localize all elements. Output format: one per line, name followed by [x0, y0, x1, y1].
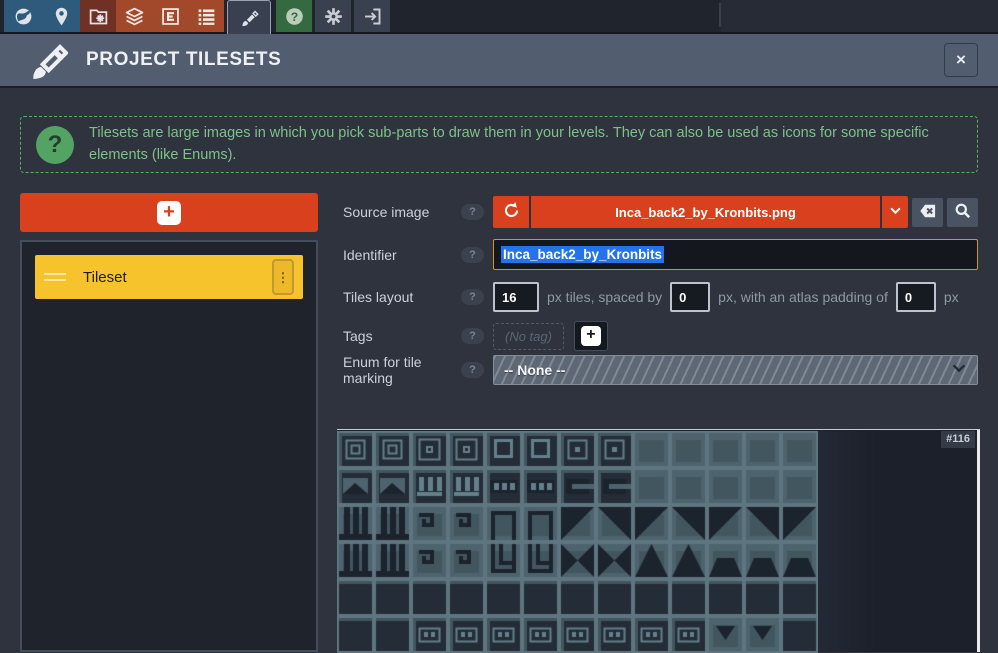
tile-spacing-input[interactable]: [670, 282, 710, 312]
exit-door-icon: [362, 6, 383, 27]
tiles-layout-text-1: px tiles, spaced by: [547, 289, 662, 305]
tileset-item-label: Tileset: [83, 269, 127, 286]
tiles-layout-text-2: px, with an atlas padding of: [718, 289, 888, 305]
reload-image-button[interactable]: [493, 196, 529, 228]
world-icon: [13, 6, 34, 27]
question-circle-icon: ?: [284, 6, 305, 27]
toolbar-separator: [719, 3, 721, 27]
svg-text:?: ?: [290, 9, 297, 23]
tileset-item-menu-button[interactable]: ⋮: [272, 259, 294, 295]
atlas-padding-input[interactable]: [896, 282, 936, 312]
settings-button[interactable]: [315, 0, 351, 32]
enum-marking-row: Enum for tile marking ? -- None --: [343, 355, 978, 385]
clear-image-button[interactable]: [912, 198, 943, 227]
drag-handle-icon[interactable]: [44, 269, 66, 285]
defs-list-button[interactable]: [188, 0, 224, 32]
identifier-selected-text: Inca_back2_by_Kronbits: [501, 246, 664, 263]
tileset-list-item[interactable]: Tileset ⋮: [35, 255, 303, 299]
help-note-text: Tilesets are large images in which you p…: [89, 123, 962, 165]
chevron-down-icon: [888, 203, 903, 221]
levels-button[interactable]: [42, 0, 80, 32]
paintbrush-icon: [239, 7, 260, 28]
help-button[interactable]: ?: [276, 0, 312, 32]
no-tag-placeholder: (No tag): [493, 323, 564, 350]
locate-image-button[interactable]: [947, 198, 978, 227]
help-note: ? Tilesets are large images in which you…: [20, 116, 978, 173]
add-tag-button[interactable]: +: [574, 321, 608, 351]
source-image-row: Source image ? Inca_back2_by_Kronbits.pn…: [343, 196, 978, 228]
tile-size-input[interactable]: [493, 282, 539, 312]
main-toolbar: ?: [0, 0, 998, 34]
add-tileset-button[interactable]: +: [20, 193, 318, 232]
tags-label: Tags: [343, 328, 461, 344]
tags-row: Tags ? (No tag) +: [343, 321, 978, 351]
tiles-layout-help-badge[interactable]: ?: [461, 289, 484, 305]
enum-help-badge[interactable]: ?: [461, 362, 484, 378]
identifier-label: Identifier: [343, 247, 461, 263]
project-settings-button[interactable]: [80, 0, 116, 32]
tileset-list-panel: Tileset ⋮: [20, 240, 318, 652]
gear-icon: [323, 6, 344, 27]
identifier-input[interactable]: Inca_back2_by_Kronbits: [493, 239, 978, 270]
identifier-help-badge[interactable]: ?: [461, 247, 484, 263]
tileset-canvas[interactable]: [337, 431, 818, 653]
exit-button[interactable]: [354, 0, 390, 32]
enum-selected-value: -- None --: [504, 362, 565, 378]
tilesets-tab-button[interactable]: [227, 0, 271, 34]
plus-icon: +: [157, 201, 181, 225]
enum-marking-select[interactable]: -- None --: [493, 355, 978, 385]
clear-backspace-icon: [918, 201, 938, 224]
enum-e-icon: [160, 6, 181, 27]
layers-button[interactable]: [116, 0, 152, 32]
paintbrush-header-icon: [28, 40, 68, 80]
chevron-down-icon: [951, 360, 967, 381]
magnifier-icon: [953, 201, 972, 223]
help-question-icon: ?: [36, 126, 74, 164]
enum-marking-label: Enum for tile marking: [343, 354, 461, 386]
tiles-layout-row: Tiles layout ? px tiles, spaced by px, w…: [343, 282, 978, 312]
folder-gear-icon: [88, 6, 109, 27]
preview-empty-area: [818, 431, 878, 652]
panel-header: PROJECT TILESETS ×: [0, 34, 998, 88]
tileset-preview-panel[interactable]: #116: [337, 429, 980, 652]
source-image-help-badge[interactable]: ?: [461, 204, 484, 220]
close-button[interactable]: ×: [944, 43, 978, 77]
tiles-layout-text-3: px: [944, 289, 959, 305]
toolbar-right-panel: [721, 0, 998, 32]
refresh-icon: [502, 201, 521, 223]
enums-button[interactable]: [152, 0, 188, 32]
page-title: PROJECT TILESETS: [86, 49, 281, 71]
source-image-dropdown-button[interactable]: [880, 196, 908, 228]
layers-icon: [124, 6, 145, 27]
list-icon: [196, 6, 217, 27]
tiles-layout-label: Tiles layout: [343, 289, 461, 305]
preview-scrollbar[interactable]: [977, 430, 980, 652]
plus-icon: +: [581, 326, 601, 346]
map-pin-icon: [51, 6, 72, 27]
identifier-row: Identifier ? Inca_back2_by_Kronbits: [343, 239, 978, 270]
tile-count-badge: #116: [941, 431, 975, 448]
world-button[interactable]: [4, 0, 42, 32]
source-image-label: Source image: [343, 204, 461, 220]
source-image-path-button[interactable]: Inca_back2_by_Kronbits.png: [531, 196, 880, 228]
tags-help-badge[interactable]: ?: [461, 328, 484, 344]
